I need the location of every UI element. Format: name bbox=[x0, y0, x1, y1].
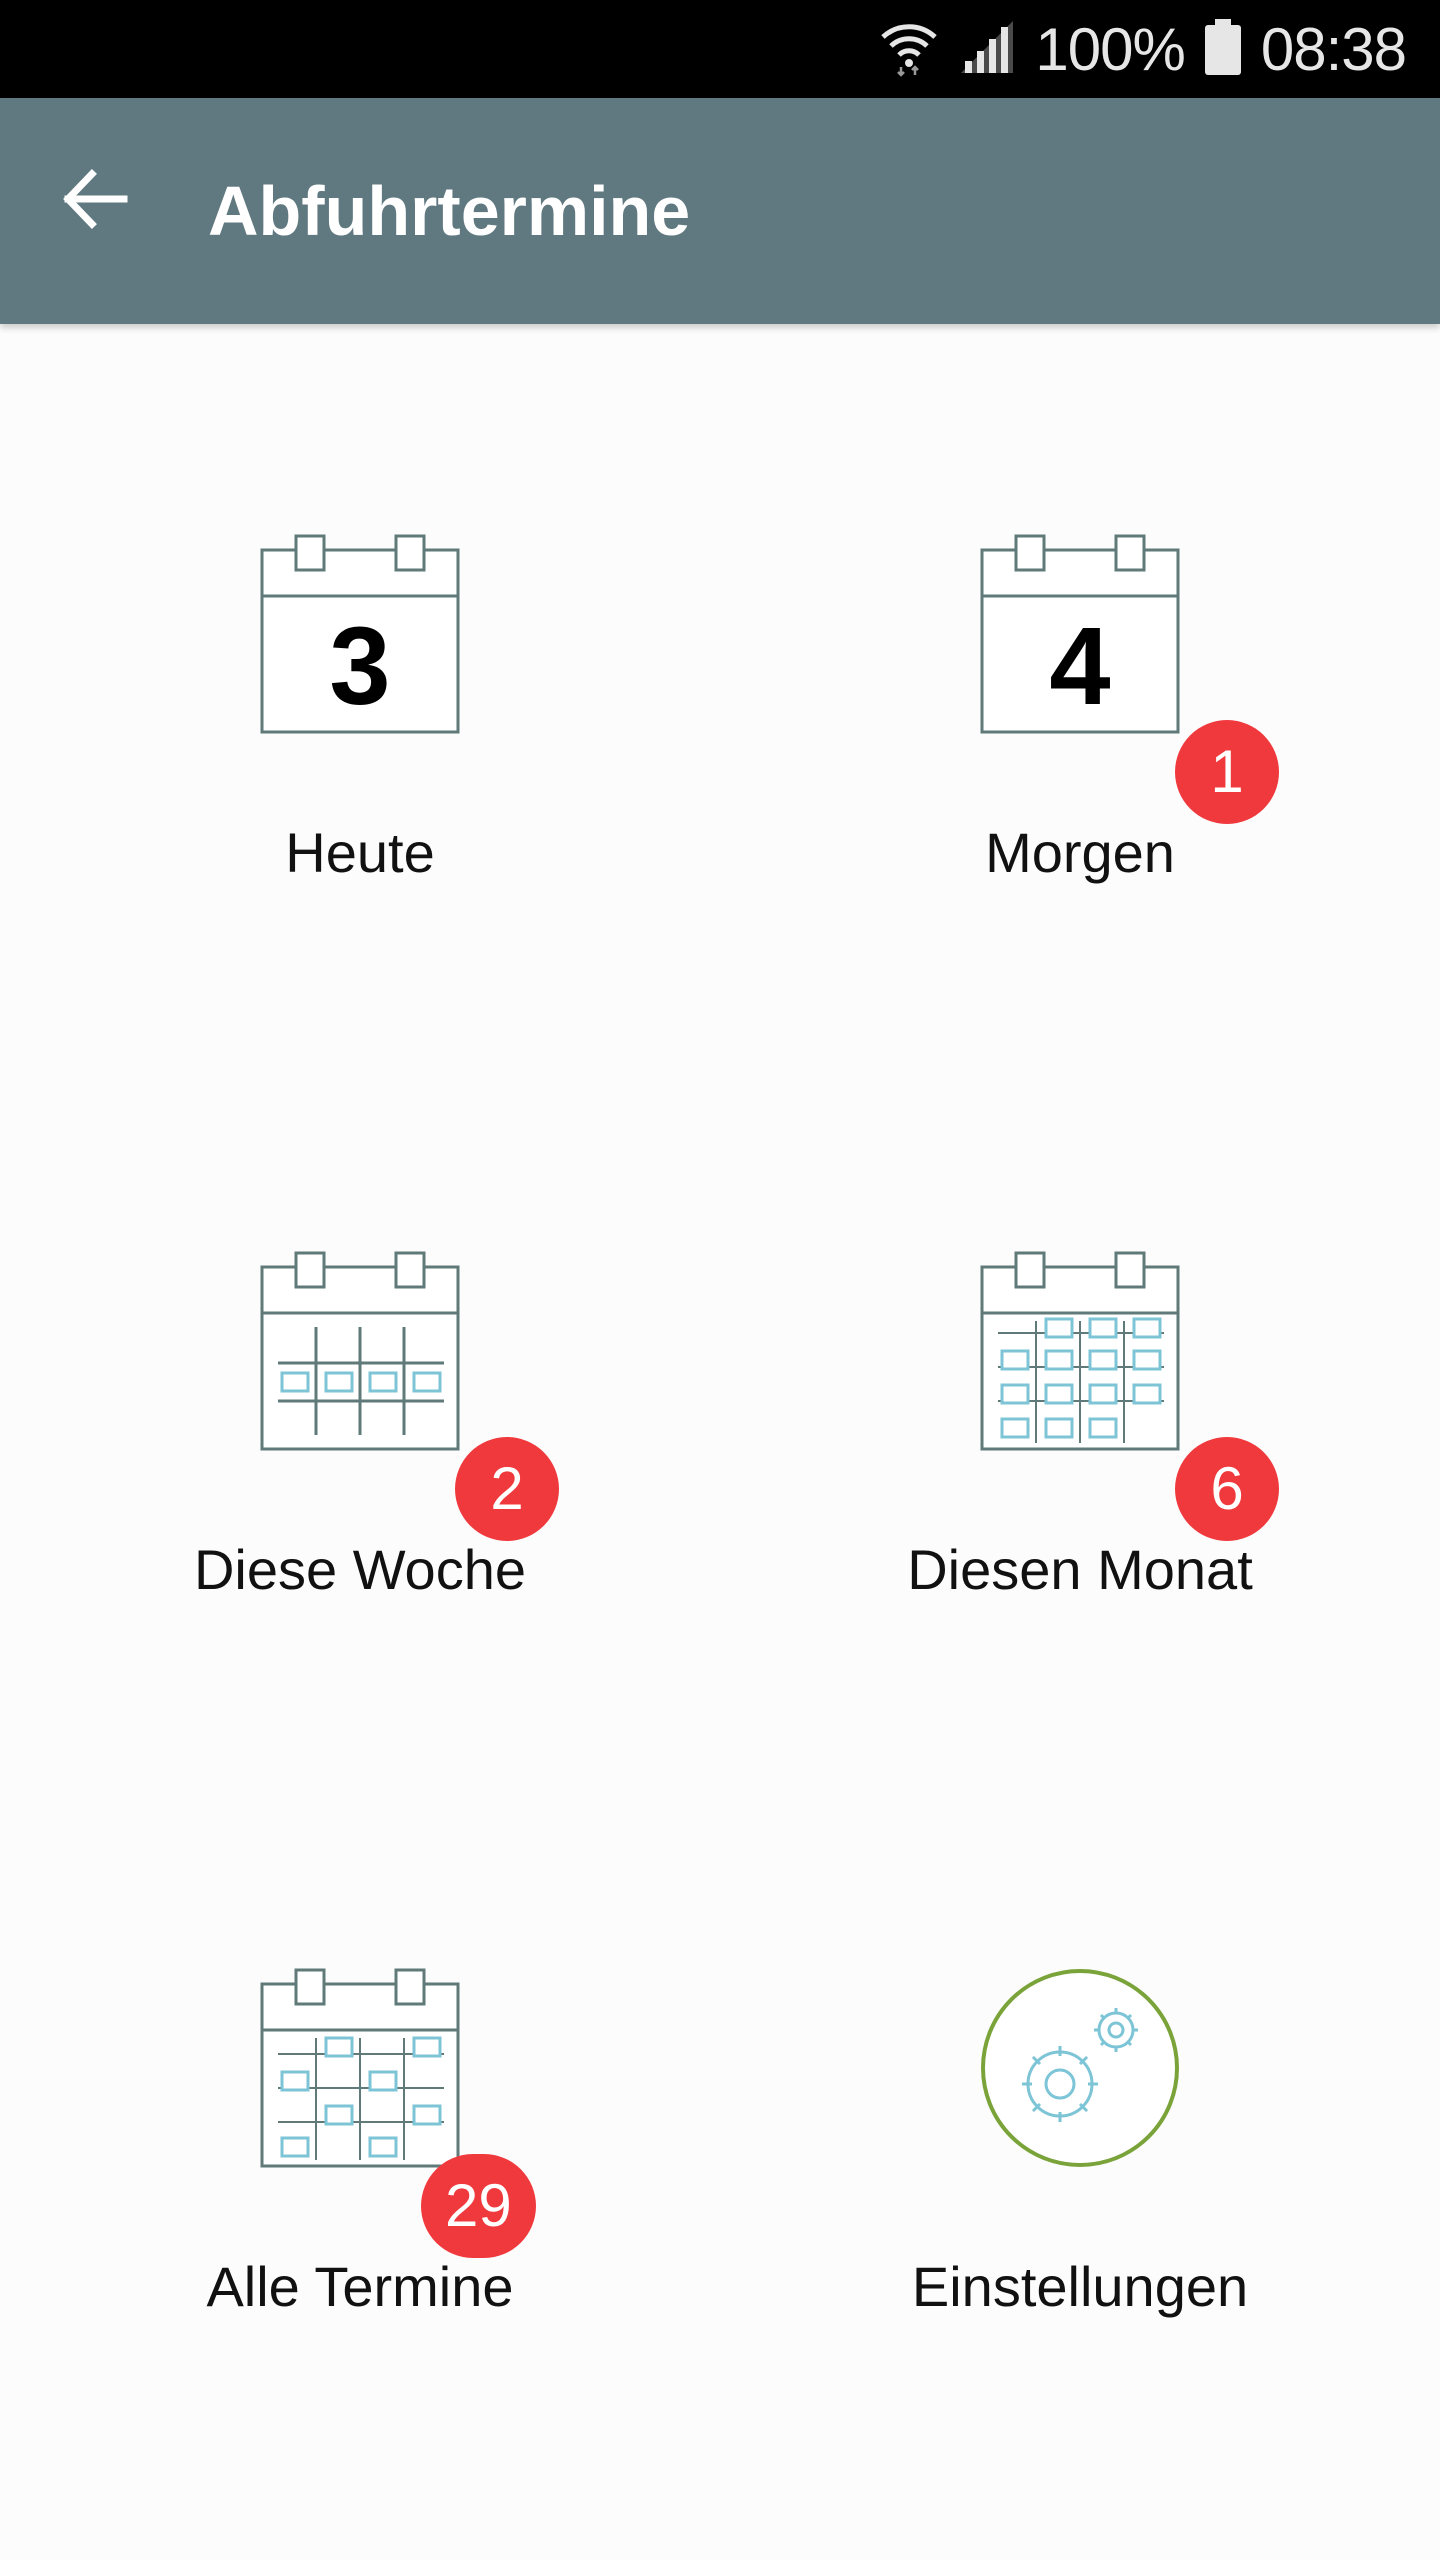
status-indicators: 100% 08:38 bbox=[879, 0, 1407, 98]
tile-diese-woche[interactable]: 2 Diese Woche bbox=[0, 1041, 720, 1758]
tile-label: Diese Woche bbox=[193, 1538, 526, 1601]
tile-label: Morgen bbox=[985, 821, 1175, 884]
signal-icon bbox=[957, 17, 1017, 82]
menu-grid: 3 Heute 4 1 Morgen 2 Diese Woche 6 Diese… bbox=[0, 324, 1440, 2560]
count-badge: 2 bbox=[455, 1437, 559, 1541]
battery-percent: 100% bbox=[1035, 15, 1185, 83]
count-badge: 1 bbox=[1175, 720, 1279, 824]
count-badge: 29 bbox=[421, 2154, 536, 2258]
battery-icon bbox=[1203, 17, 1243, 82]
tile-einstellungen[interactable]: Einstellungen bbox=[720, 1758, 1440, 2475]
calendar-day-number: 3 bbox=[329, 605, 390, 728]
calendar-day-icon: 3 bbox=[260, 534, 460, 734]
status-bar: 100% 08:38 bbox=[0, 0, 1440, 98]
calendar-day-number: 4 bbox=[1049, 605, 1110, 728]
tile-label: Diesen Monat bbox=[907, 1538, 1253, 1601]
page-title: Abfuhrtermine bbox=[208, 172, 691, 250]
tile-label: Einstellungen bbox=[911, 2255, 1249, 2318]
count-badge: 6 bbox=[1175, 1437, 1279, 1541]
calendar-all-icon bbox=[260, 1968, 460, 2168]
clock: 08:38 bbox=[1260, 15, 1407, 83]
tile-alle-termine[interactable]: 29 Alle Termine bbox=[0, 1758, 720, 2475]
app-bar: Abfuhrtermine bbox=[0, 98, 1440, 324]
calendar-week-icon bbox=[260, 1251, 460, 1451]
tile-heute[interactable]: 3 Heute bbox=[0, 324, 720, 1041]
tile-label: Alle Termine bbox=[206, 2255, 514, 2318]
tile-morgen[interactable]: 4 1 Morgen bbox=[720, 324, 1440, 1041]
calendar-month-icon bbox=[980, 1251, 1180, 1451]
tile-label: Heute bbox=[285, 821, 435, 884]
wifi-icon bbox=[879, 17, 939, 82]
back-button[interactable] bbox=[40, 146, 150, 256]
arrow-left-icon bbox=[60, 164, 130, 239]
tile-diesen-monat[interactable]: 6 Diesen Monat bbox=[720, 1041, 1440, 1758]
calendar-day-icon: 4 bbox=[980, 534, 1180, 734]
settings-gears-icon bbox=[980, 1968, 1180, 2168]
